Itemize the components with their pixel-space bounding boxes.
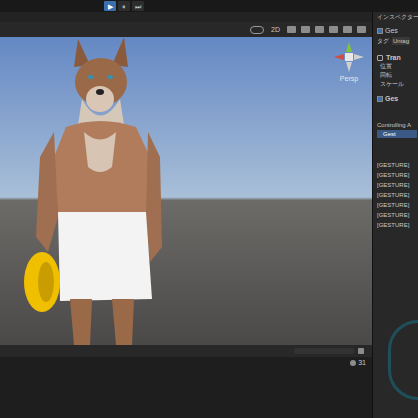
- console-panel: 31: [0, 345, 372, 418]
- tag-dropdown[interactable]: Untag: [392, 37, 410, 45]
- hidden-icon[interactable]: [329, 26, 338, 33]
- lighting-icon[interactable]: [287, 26, 296, 33]
- transform-header[interactable]: Tran: [377, 53, 418, 62]
- transform-field: スケール: [377, 80, 418, 89]
- scene-view[interactable]: Persp: [0, 37, 372, 345]
- gizmos-icon[interactable]: [357, 26, 366, 33]
- tag-row: タグUntag: [377, 37, 418, 45]
- log-line: [GESTURE]: [377, 200, 418, 210]
- mode-2d-button[interactable]: 2D: [269, 26, 282, 33]
- inspector-title: インスペクター: [377, 13, 418, 22]
- axis-gizmo-icon[interactable]: [332, 40, 366, 74]
- scene-tab-strip: [0, 12, 372, 22]
- object-header: Ges: [377, 26, 418, 35]
- controller-button[interactable]: Gest: [377, 130, 417, 138]
- shading-icon[interactable]: [250, 26, 264, 34]
- log-line: [GESTURE]: [377, 170, 418, 180]
- log-line: [GESTURE]: [377, 160, 418, 170]
- log-line: [GESTURE]: [377, 180, 418, 190]
- log-line: [GESTURE]: [377, 210, 418, 220]
- component-header[interactable]: Ges: [377, 94, 418, 103]
- message-count: 31: [358, 359, 366, 366]
- info-icon: [350, 360, 356, 366]
- log-line: [GESTURE]: [377, 190, 418, 200]
- playback-button[interactable]: ▶: [104, 1, 116, 11]
- console-counter: 31: [0, 357, 372, 366]
- console-toolbar: [0, 345, 372, 357]
- transform-field: 回転: [377, 71, 418, 80]
- effects-icon[interactable]: [315, 26, 324, 33]
- transform-icon: [377, 55, 383, 61]
- main-toolbar: ▶⏸⏭: [0, 0, 418, 12]
- overlay-ring-icon: [388, 320, 418, 400]
- lock-icon[interactable]: [358, 348, 364, 354]
- playback-button[interactable]: ⏸: [118, 1, 130, 11]
- camera-mode-label[interactable]: Persp: [340, 75, 358, 82]
- object-name[interactable]: Ges: [385, 26, 398, 35]
- unity-editor: ▶⏸⏭ 2D Persp 31 インスペクター Ges タグUntag Tran位置回転スケー…: [0, 0, 418, 418]
- scene-toolbar: 2D: [0, 22, 372, 37]
- audio-icon[interactable]: [301, 26, 310, 33]
- component-checkbox[interactable]: [377, 96, 383, 102]
- transform-name: Tran: [386, 53, 401, 62]
- gesture-log: [GESTURE][GESTURE][GESTURE][GESTURE][GES…: [377, 160, 418, 230]
- tag-label: タグ: [377, 37, 389, 45]
- playback-button[interactable]: ⏭: [132, 1, 144, 11]
- console-search[interactable]: [294, 348, 354, 354]
- workspace: 2D Persp 31 インスペクター Ges タグUntag Tran位置回転スケール Ge…: [0, 12, 418, 418]
- left-area: 2D Persp 31: [0, 12, 372, 418]
- tools-icon[interactable]: [343, 26, 352, 33]
- transform-field: 位置: [377, 62, 418, 71]
- log-line: [GESTURE]: [377, 220, 418, 230]
- active-checkbox[interactable]: [377, 28, 383, 34]
- component-name: Ges: [385, 94, 398, 103]
- controlling-label: Controlling A: [377, 121, 418, 129]
- avatar-figure[interactable]: [0, 37, 372, 345]
- orientation-gizmo[interactable]: Persp: [332, 40, 366, 82]
- inspector-panel: インスペクター Ges タグUntag Tran位置回転スケール Ges Controll…: [372, 12, 418, 418]
